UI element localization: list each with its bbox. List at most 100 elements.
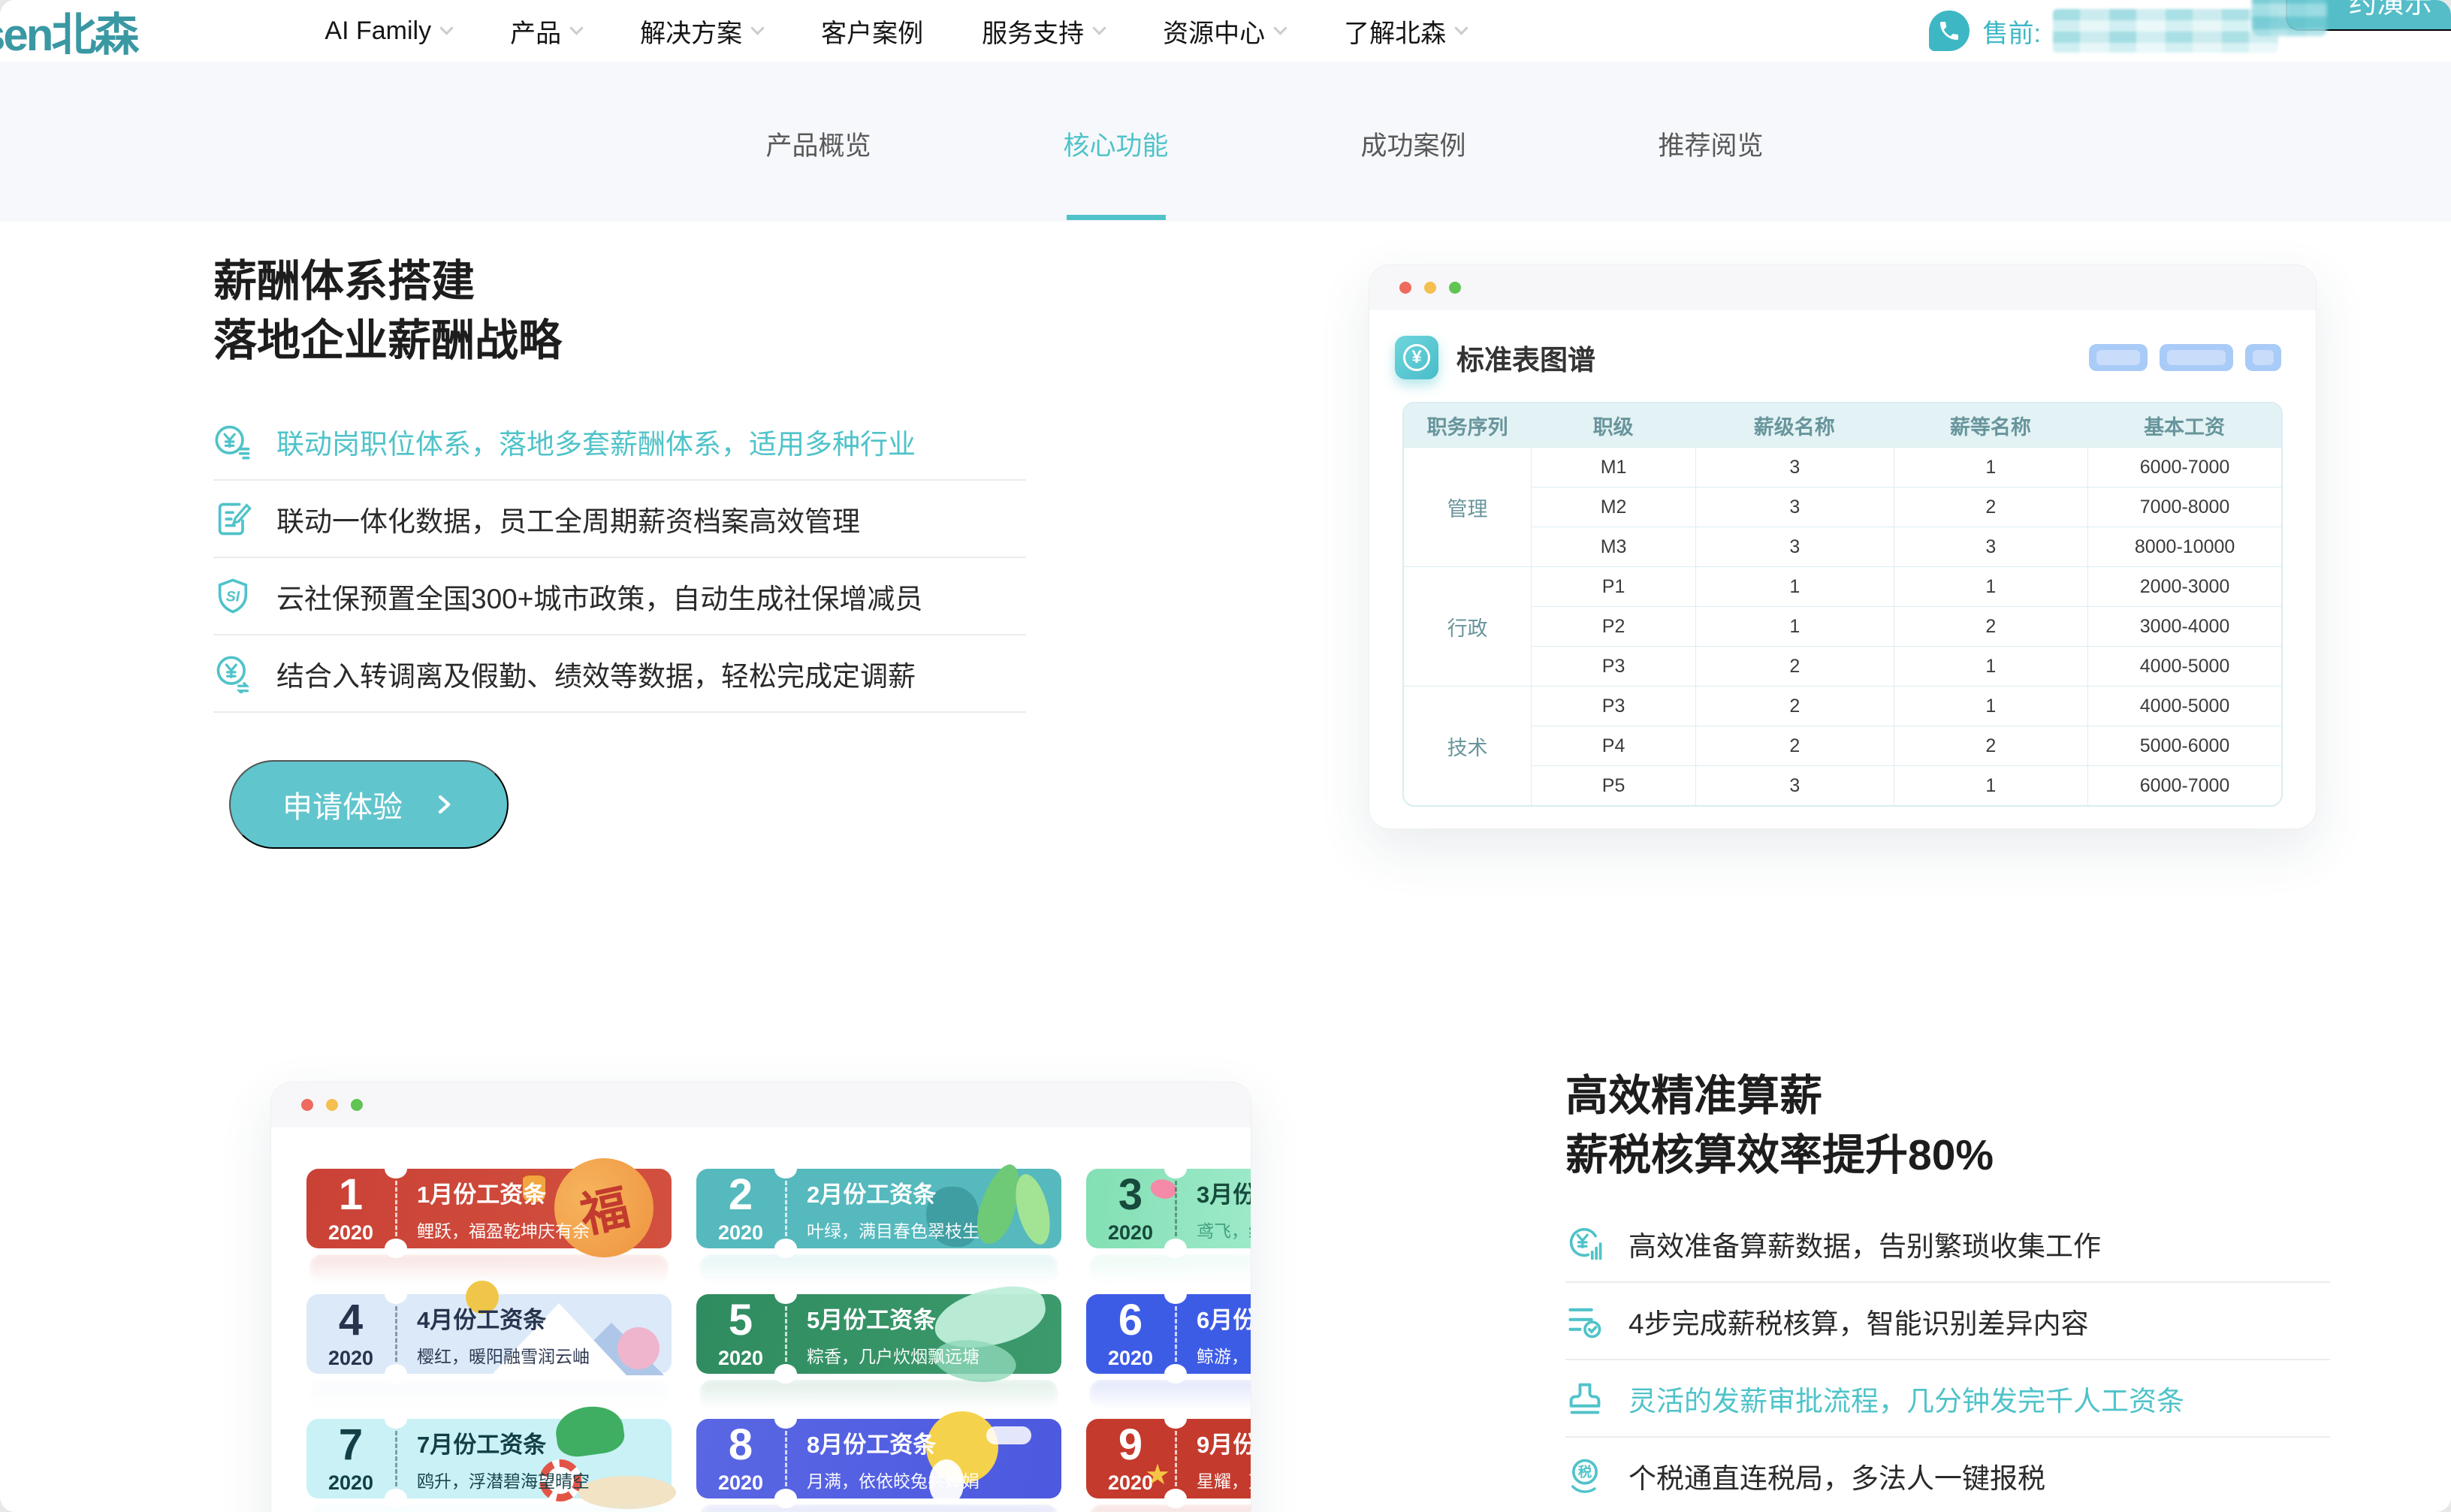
month-year: 2020 xyxy=(696,1471,785,1495)
window-minimize-dot[interactable] xyxy=(1424,282,1436,294)
ticket-notch xyxy=(1164,1364,1187,1384)
ticket-notch xyxy=(1164,1239,1187,1258)
month-year: 2020 xyxy=(306,1471,395,1495)
month-year: 2020 xyxy=(306,1347,395,1370)
group-cell: 技术 xyxy=(1404,686,1531,805)
payslip-title: 2月份工资条 xyxy=(807,1175,979,1209)
month-number: 7 xyxy=(306,1423,395,1467)
nav-item-about[interactable]: 了解北森 xyxy=(1344,13,1466,50)
skeleton-buttons xyxy=(2089,344,2281,371)
tab-recommended-reading[interactable]: 推荐阅览 xyxy=(1659,125,1764,163)
table-row: P3214000-5000 xyxy=(1404,646,2281,686)
blur-patch xyxy=(2252,0,2327,36)
hero-feature-list: 联动岗职位体系，落地多套薪酬体系，适用多种行业 联动一体化数据，员工全周期薪资档… xyxy=(213,403,1026,713)
chevron-down-icon xyxy=(750,21,764,35)
arrow-right-icon xyxy=(433,793,455,816)
nav-item-solutions[interactable]: 解决方案 xyxy=(640,13,762,50)
payslip-title: 1月份工资条 xyxy=(417,1175,590,1209)
payslip-card-may[interactable]: 52020 5月份工资条粽香，几户炊烟飘远塘 xyxy=(696,1294,1061,1374)
payslip-subtitle: 叶绿，满目春色翠枝生 xyxy=(807,1217,979,1242)
ticket-notch xyxy=(774,1239,797,1258)
feature-item: SI 云社保预置全国300+城市政策，自动生成社保增减员 xyxy=(213,558,1026,635)
nav-item-resources[interactable]: 资源中心 xyxy=(1163,13,1285,50)
payslip-card-august[interactable]: 82020 8月份工资条月满，依依皎兔共婵娟 xyxy=(696,1419,1061,1498)
skeleton-button[interactable] xyxy=(2245,344,2281,371)
hero-title: 薪酬体系搭建 落地企业薪酬战略 xyxy=(213,252,562,371)
ticket-notch xyxy=(774,1489,797,1508)
payslip-title: 6月份工资条 xyxy=(1197,1301,1251,1335)
table-row: M2327000-8000 xyxy=(1404,487,2281,527)
ticket-notch xyxy=(1164,1409,1187,1429)
stamp-icon xyxy=(1565,1379,1604,1418)
feature-item: 灵活的发薪审批流程，几分钟发完千人工资条 xyxy=(1565,1360,2330,1438)
window-minimize-dot[interactable] xyxy=(326,1099,338,1111)
ticket-divider xyxy=(1175,1181,1177,1236)
salary-table: 职务序列 职级 薪级名称 薪等名称 基本工资 管理 M1316000-7000 … xyxy=(1402,402,2283,807)
skeleton-button[interactable] xyxy=(2089,344,2148,371)
payslip-subtitle: 鸥升，浮潜碧海望晴空 xyxy=(417,1467,590,1492)
payslip-card-january[interactable]: 福 12020 1月份工资条鲤跃，福盈乾坤庆有余 xyxy=(306,1169,672,1248)
section-tabs: 产品概览 核心功能 成功案例 推荐阅览 xyxy=(765,125,1763,163)
tab-product-overview[interactable]: 产品概览 xyxy=(765,125,871,163)
presale-label: 售前: xyxy=(1983,13,2041,50)
cloud-decor xyxy=(986,1426,1031,1444)
payslip-card-september[interactable]: ★ 92020 9月份工资条星耀，万家热血 xyxy=(1086,1419,1251,1498)
month-number: 6 xyxy=(1086,1299,1175,1342)
table-row: P2123000-4000 xyxy=(1404,606,2281,646)
table-header-row: 职务序列 职级 薪级名称 薪等名称 基本工资 xyxy=(1404,403,2281,447)
ticket-notch xyxy=(385,1284,407,1304)
payslip-title: 3月份工资条 xyxy=(1197,1175,1251,1209)
month-number: 2 xyxy=(696,1173,785,1217)
payslip-card-july[interactable]: 72020 7月份工资条鸥升，浮潜碧海望晴空 xyxy=(306,1419,672,1498)
star-decor: ★ xyxy=(1145,1458,1170,1491)
tab-success-cases[interactable]: 成功案例 xyxy=(1361,125,1466,163)
top-navigation: sen北森 AI Family 产品 解决方案 客户案例 服务支持 资源中心 了… xyxy=(0,0,2451,62)
payslip-title: 4月份工资条 xyxy=(417,1301,590,1335)
window-zoom-dot[interactable] xyxy=(1449,282,1461,294)
chevron-down-icon xyxy=(1454,21,1468,35)
payslip-title: 8月份工资条 xyxy=(807,1426,979,1459)
tab-core-features[interactable]: 核心功能 xyxy=(1063,125,1168,163)
nav-item-customer-cases[interactable]: 客户案例 xyxy=(821,13,923,50)
skeleton-button[interactable] xyxy=(2160,344,2233,371)
nav-item-ai-family[interactable]: AI Family xyxy=(324,17,451,46)
ticket-notch xyxy=(385,1409,407,1429)
checklist-icon xyxy=(1565,1302,1604,1341)
yen-exchange-icon xyxy=(213,654,252,693)
window-close-dot[interactable] xyxy=(301,1099,313,1111)
beisen-logo[interactable]: sen北森 xyxy=(0,0,137,64)
feature-item: 联动一体化数据，员工全周期薪资档案高效管理 xyxy=(213,481,1026,558)
payslip-card-march[interactable]: 32020 3月份工资条鸢飞，缤纷花叶 xyxy=(1086,1169,1251,1248)
window-titlebar xyxy=(1369,265,2316,310)
chevron-down-icon xyxy=(1092,21,1106,35)
feature-item: 税 个税通直连税局，多法人一键报税 xyxy=(1565,1438,2330,1512)
month-year: 2020 xyxy=(1086,1221,1175,1245)
ticket-divider xyxy=(395,1181,397,1236)
payslip-card-april[interactable]: 42020 4月份工资条樱红，暖阳融雪润云岫 xyxy=(306,1294,672,1374)
nav-item-products[interactable]: 产品 xyxy=(510,13,581,50)
payslip-card-june[interactable]: 62020 6月份工资条鲸游， xyxy=(1086,1294,1251,1374)
window-zoom-dot[interactable] xyxy=(351,1099,363,1111)
payslip-window: 福 12020 1月份工资条鲤跃，福盈乾坤庆有余 2 2020 2月份工资条叶绿，… xyxy=(270,1082,1251,1512)
month-year: 2020 xyxy=(1086,1347,1175,1370)
svg-text:SI: SI xyxy=(226,588,240,605)
ticket-divider xyxy=(1175,1431,1177,1486)
ticket-notch xyxy=(1164,1159,1187,1179)
ticket-notch xyxy=(774,1409,797,1429)
ticket-notch xyxy=(774,1364,797,1384)
window-titlebar xyxy=(271,1082,1251,1127)
edit-document-icon xyxy=(213,499,252,539)
payroll-section-title: 高效精准算薪 薪税核算效率提升80% xyxy=(1565,1067,1994,1185)
apply-trial-button[interactable]: 申请体验 xyxy=(229,760,509,849)
group-cell: 行政 xyxy=(1404,566,1531,686)
table-card-title: 标准表图谱 xyxy=(1456,337,1595,378)
month-number: 3 xyxy=(1086,1173,1175,1217)
blossom-decor xyxy=(617,1327,660,1369)
payslip-card-february[interactable]: 22020 2月份工资条叶绿，满目春色翠枝生 xyxy=(696,1169,1061,1248)
window-close-dot[interactable] xyxy=(1399,282,1411,294)
nav-item-support[interactable]: 服务支持 xyxy=(982,13,1104,50)
tax-icon: 税 xyxy=(1565,1456,1604,1495)
yen-document-icon xyxy=(213,422,252,461)
svg-text:税: 税 xyxy=(1578,1464,1592,1480)
yen-badge-icon: ¥ xyxy=(1395,336,1438,379)
